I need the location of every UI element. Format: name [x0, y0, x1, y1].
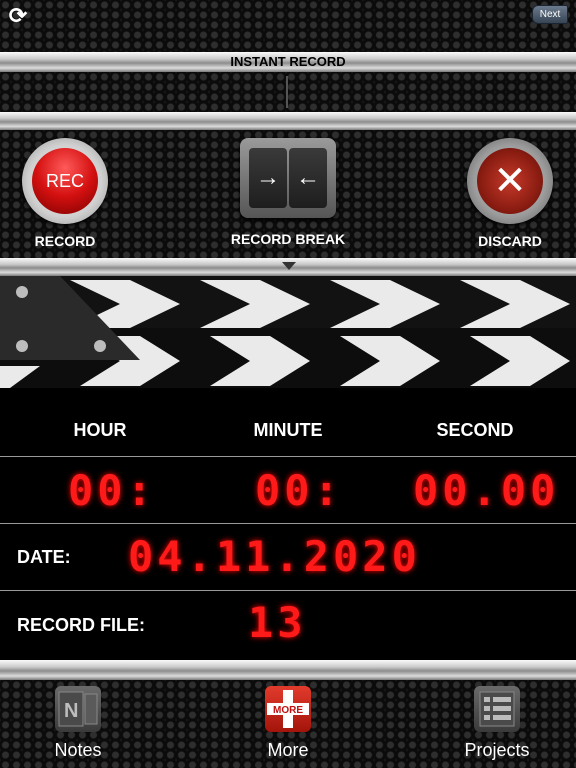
instant-record-divider	[286, 76, 288, 108]
date-value: 04.11.2020	[128, 532, 421, 581]
clapperboard	[0, 276, 576, 388]
second-value: 00.00	[413, 466, 560, 515]
notes-icon: N	[55, 686, 101, 732]
arrow-left-icon: ←	[289, 148, 327, 208]
record-button-text: REC	[32, 148, 98, 214]
minute-value: 00:	[255, 466, 343, 515]
discard-button[interactable]: ✕	[467, 138, 553, 224]
second-header: SECOND	[436, 420, 514, 440]
date-label: DATE:	[17, 547, 71, 567]
triangle-down-icon[interactable]	[282, 262, 296, 270]
next-button[interactable]: Next	[532, 5, 568, 24]
record-button[interactable]: REC	[22, 138, 108, 224]
record-file-value: 13	[248, 598, 307, 647]
top-bar	[0, 0, 576, 52]
divider-line	[0, 456, 576, 457]
tab-projects-label: Projects	[464, 740, 530, 760]
close-icon: ✕	[477, 148, 543, 214]
projects-icon	[474, 686, 520, 732]
record-break-button[interactable]: → ←	[240, 138, 336, 218]
tab-more-label: More	[267, 740, 309, 760]
instant-record-bar: INSTANT RECORD	[0, 52, 576, 72]
svg-text:N: N	[64, 700, 78, 722]
tab-notes-label: Notes	[54, 740, 102, 760]
divider-line	[0, 590, 576, 591]
metal-divider	[0, 112, 576, 130]
clapperboard-stripes	[0, 276, 576, 388]
hour-value: 00:	[68, 466, 156, 515]
hour-header: HOUR	[73, 420, 127, 440]
divider-line	[0, 523, 576, 524]
minute-header: MINUTE	[253, 420, 323, 440]
tab-projects[interactable]: Projects	[437, 680, 557, 768]
refresh-icon[interactable]: ⟳	[6, 4, 30, 28]
discard-label: DISCARD	[478, 233, 542, 249]
tab-more[interactable]: MORE More	[228, 680, 348, 768]
instant-record-panel	[0, 72, 576, 112]
arrow-right-icon: →	[249, 148, 287, 208]
tab-notes[interactable]: N Notes	[18, 680, 138, 768]
record-label: RECORD	[34, 233, 96, 249]
more-icon: MORE	[265, 686, 311, 732]
record-file-label: RECORD FILE:	[17, 615, 145, 635]
metal-divider	[0, 660, 576, 680]
record-break-label: RECORD BREAK	[230, 231, 346, 247]
more-badge: MORE	[273, 705, 303, 716]
